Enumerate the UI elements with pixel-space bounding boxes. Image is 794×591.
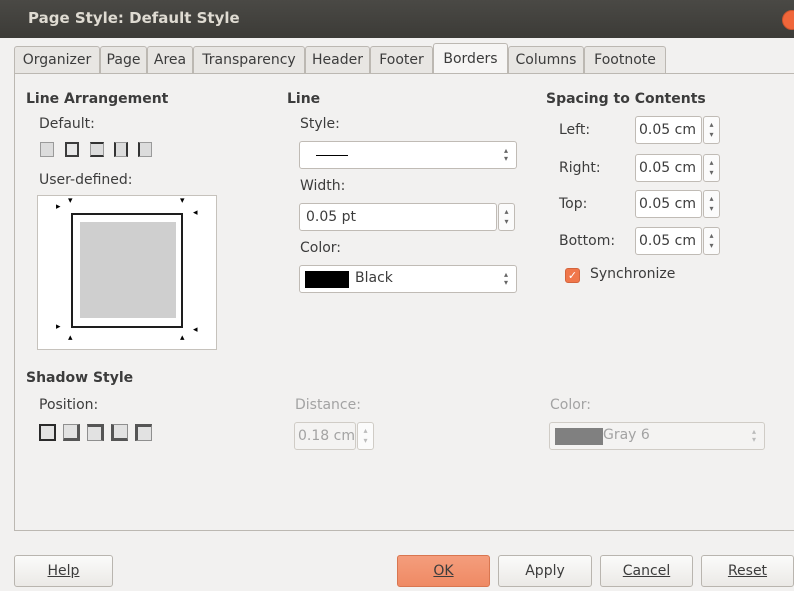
updown-icon: ▴ ▾ xyxy=(503,270,508,287)
distance-value: 0.18 cm xyxy=(298,428,355,444)
right-value: 0.05 cm xyxy=(639,160,696,176)
shadow-color-swatch xyxy=(555,428,603,445)
line-heading: Line xyxy=(287,91,321,107)
width-spinner[interactable]: ▴ ▾ xyxy=(498,203,515,231)
preset-box-inner[interactable] xyxy=(90,142,104,157)
tab-header[interactable]: Header xyxy=(305,46,370,73)
bottom-input[interactable]: 0.05 cm xyxy=(635,227,702,255)
solid-line-sample xyxy=(316,155,348,156)
synchronize-checkbox[interactable]: ✓ xyxy=(565,268,580,283)
shadow-bottom-left[interactable] xyxy=(111,424,128,441)
shadow-top-left[interactable] xyxy=(135,424,152,441)
color-select[interactable]: Black ▴ ▾ xyxy=(299,265,517,293)
updown-icon: ▴ ▾ xyxy=(503,146,508,163)
shadow-bottom-right[interactable] xyxy=(63,424,80,441)
default-label: Default: xyxy=(39,116,95,132)
synchronize-label: Synchronize xyxy=(590,266,676,282)
distance-label: Distance: xyxy=(295,397,361,413)
shadow-positions xyxy=(39,424,159,446)
left-input[interactable]: 0.05 cm xyxy=(635,116,702,144)
help-button[interactable]: Help xyxy=(14,555,113,587)
right-spinner[interactable]: ▴ ▾ xyxy=(703,154,720,182)
arrow-left-icon: ◂ xyxy=(193,208,198,218)
apply-button[interactable]: Apply xyxy=(498,555,592,587)
top-input[interactable]: 0.05 cm xyxy=(635,190,702,218)
bottom-label: Bottom: xyxy=(559,233,616,249)
right-input[interactable]: 0.05 cm xyxy=(635,154,702,182)
tab-area[interactable]: Area xyxy=(147,46,193,73)
default-presets xyxy=(40,142,160,160)
top-label: Top: xyxy=(559,196,588,212)
left-label: Left: xyxy=(559,122,591,138)
ok-button[interactable]: OK xyxy=(397,555,490,587)
right-label: Right: xyxy=(559,160,601,176)
width-label: Width: xyxy=(300,178,346,194)
tab-page[interactable]: Page xyxy=(100,46,147,73)
shadow-color-label: Color: xyxy=(550,397,592,413)
ok-label: OK xyxy=(433,563,454,579)
style-select[interactable]: ▴ ▾ xyxy=(299,141,517,169)
shadow-color-value: Gray 6 xyxy=(603,427,650,443)
cancel-label: Cancel xyxy=(622,563,671,579)
tab-footnote[interactable]: Footnote xyxy=(584,46,666,73)
apply-label: Apply xyxy=(525,563,565,579)
tab-transparency[interactable]: Transparency xyxy=(193,46,305,73)
distance-spinner[interactable]: ▴ ▾ xyxy=(357,422,374,450)
help-label: Help xyxy=(47,563,80,579)
window-title: Page Style: Default Style xyxy=(28,9,240,27)
color-swatch xyxy=(305,271,349,288)
arrow-right-icon: ▸ xyxy=(56,202,61,212)
preset-box[interactable] xyxy=(65,142,79,157)
shadow-none[interactable] xyxy=(39,424,56,441)
preset-left-only[interactable] xyxy=(138,142,152,157)
cancel-button[interactable]: Cancel xyxy=(600,555,693,587)
reset-label: Reset xyxy=(727,563,768,579)
distance-input[interactable]: 0.18 cm xyxy=(294,422,356,450)
top-spinner[interactable]: ▴ ▾ xyxy=(703,190,720,218)
shadow-style-heading: Shadow Style xyxy=(26,370,134,386)
line-arrangement-heading: Line Arrangement xyxy=(26,91,169,107)
tab-borders[interactable]: Borders xyxy=(433,43,508,74)
updown-icon: ▴ ▾ xyxy=(751,427,756,444)
left-spinner[interactable]: ▴ ▾ xyxy=(703,116,720,144)
tab-footer[interactable]: Footer xyxy=(370,46,433,73)
left-value: 0.05 cm xyxy=(639,122,696,138)
shadow-color-select[interactable]: Gray 6 ▴ ▾ xyxy=(549,422,765,450)
content-preview xyxy=(80,222,176,318)
bottom-value: 0.05 cm xyxy=(639,233,696,249)
width-value: 0.05 pt xyxy=(306,209,356,225)
bottom-spinner[interactable]: ▴ ▾ xyxy=(703,227,720,255)
arrow-up-icon: ▴ xyxy=(68,333,73,343)
user-defined-label: User-defined: xyxy=(39,172,133,188)
reset-button[interactable]: Reset xyxy=(701,555,794,587)
top-value: 0.05 cm xyxy=(639,196,696,212)
style-label: Style: xyxy=(300,116,340,132)
arrow-down-icon: ▾ xyxy=(180,196,185,206)
arrow-left-icon: ◂ xyxy=(193,325,198,335)
color-label: Color: xyxy=(300,240,342,256)
arrow-up-icon: ▴ xyxy=(180,333,185,343)
color-value: Black xyxy=(355,270,393,286)
tab-organizer[interactable]: Organizer xyxy=(14,46,100,73)
position-label: Position: xyxy=(39,397,99,413)
tab-columns[interactable]: Columns xyxy=(508,46,584,73)
shadow-top-right[interactable] xyxy=(87,424,104,441)
arrow-down-icon: ▾ xyxy=(68,196,73,206)
preset-left-right[interactable] xyxy=(114,142,128,157)
spacing-heading: Spacing to Contents xyxy=(546,91,706,107)
arrow-right-icon: ▸ xyxy=(56,322,61,332)
preset-none[interactable] xyxy=(40,142,54,157)
width-input[interactable]: 0.05 pt xyxy=(299,203,497,231)
